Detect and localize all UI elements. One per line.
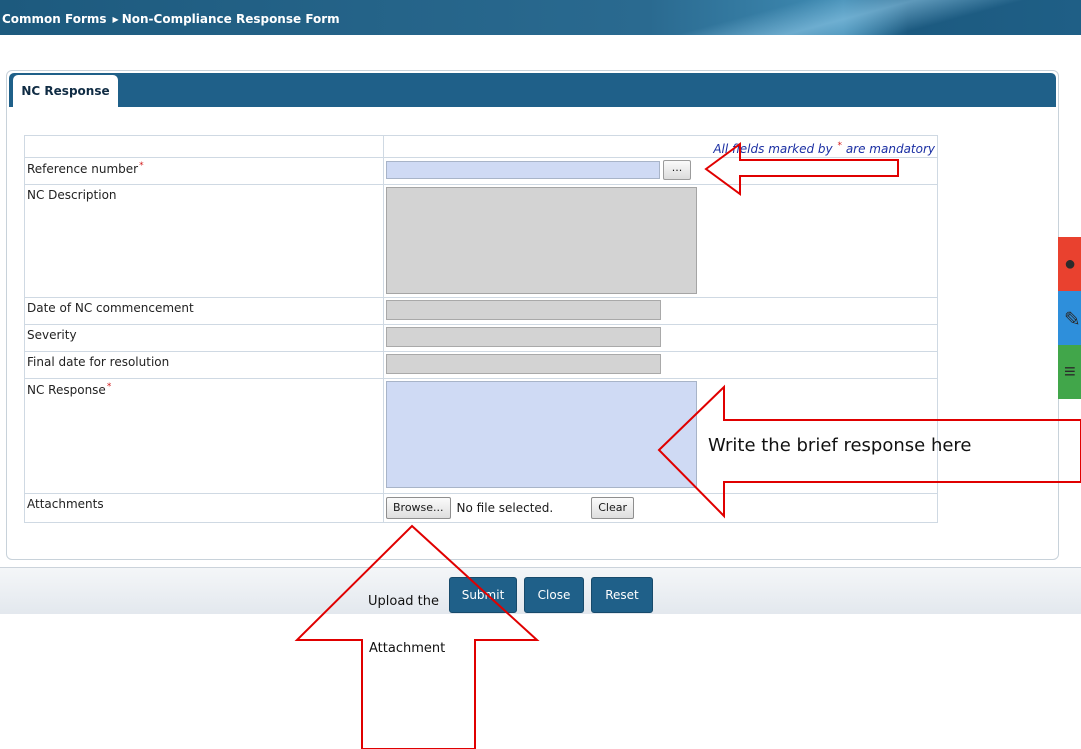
annotation-overlay <box>294 142 1081 749</box>
response-hint-callout: Write the brief response here <box>708 435 972 456</box>
arrow-to-browse <box>294 524 540 749</box>
upload-callout-line1: Upload the <box>368 594 440 609</box>
upload-callout-line2: Attachment <box>369 641 446 656</box>
arrow-to-lookup <box>704 142 899 196</box>
